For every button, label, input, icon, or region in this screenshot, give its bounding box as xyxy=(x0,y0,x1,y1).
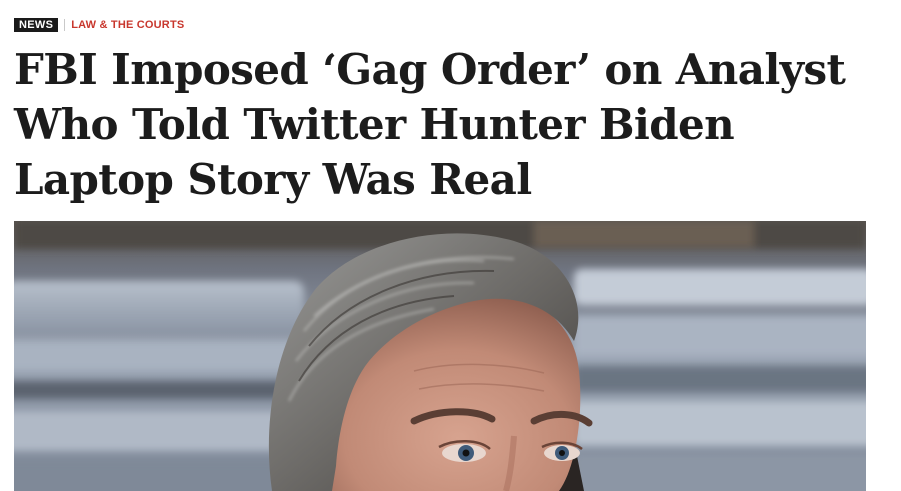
news-tag[interactable]: NEWS xyxy=(14,18,59,32)
hero-image[interactable] xyxy=(14,221,866,491)
tag-divider xyxy=(64,19,66,31)
hero-photo xyxy=(14,221,866,491)
section-link[interactable]: LAW & THE COURTS xyxy=(71,19,184,31)
article-tags: NEWS LAW & THE COURTS xyxy=(14,18,184,32)
article-headline: FBI Imposed ‘Gag Order’ on Analyst Who T… xyxy=(14,45,846,204)
